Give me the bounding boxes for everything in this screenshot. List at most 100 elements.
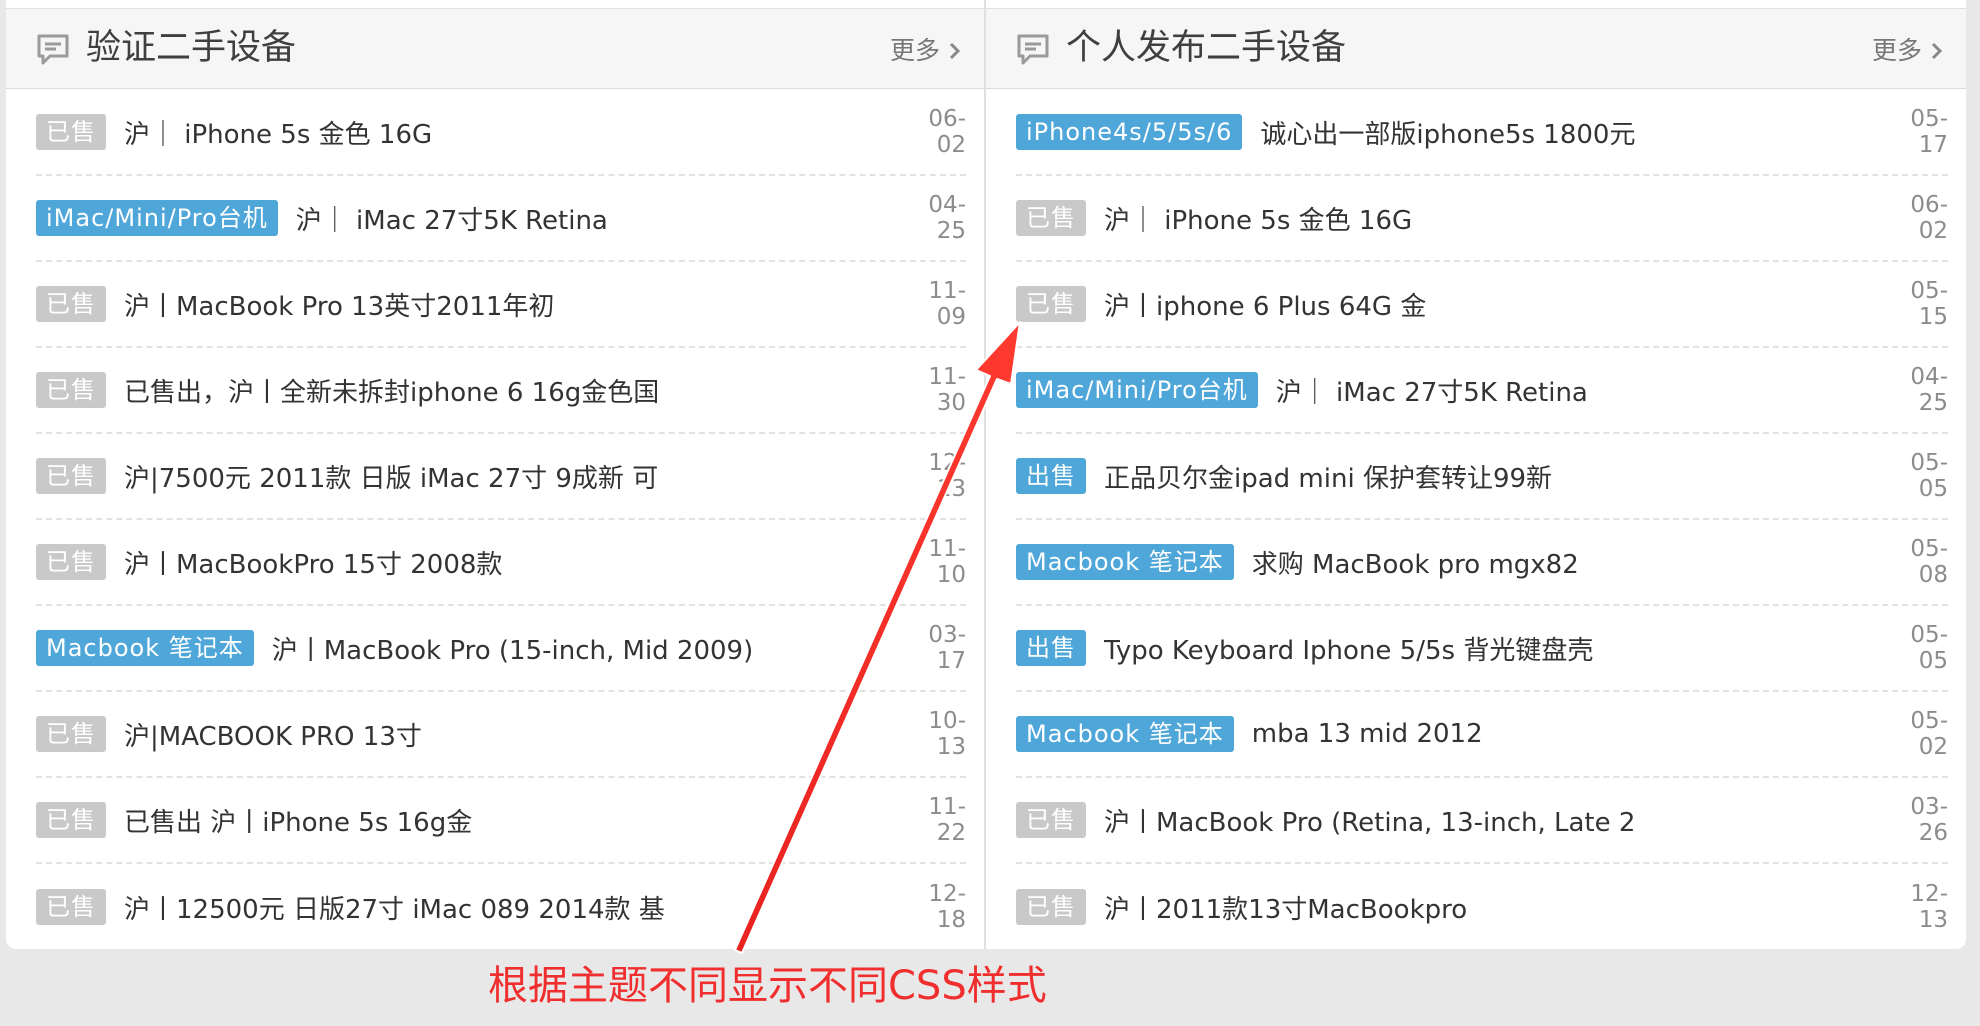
sold-badge: 已售 (36, 544, 106, 580)
list-item-content: 已售 已售出 沪丨iPhone 5s 16g金 11-22 (36, 778, 966, 862)
item-title-link[interactable]: 沪丨12500元 日版27寸 iMac 089 2014款 基 (124, 889, 886, 926)
item-title-link[interactable]: 诚心出一部版iphone5s 1800元 (1260, 114, 1868, 151)
list-item[interactable]: 已售 沪｜ iPhone 5s 金色 16G 06-02 (36, 90, 966, 176)
item-date: 06-02 (1910, 192, 1948, 244)
list-item[interactable]: 已售 沪|7500元 2011款 日版 iMac 27寸 9成新 可 12-13 (36, 434, 966, 520)
list-item[interactable]: Macbook 笔记本 求购 MacBook pro mgx82 05-08 (1016, 520, 1948, 606)
list-item[interactable]: 已售 沪丨MacBook Pro 13英寸2011年初 11-09 (36, 262, 966, 348)
item-title-link[interactable]: 沪｜ iMac 27寸5K Retina (296, 200, 886, 237)
category-tag[interactable]: 出售 (1016, 458, 1086, 494)
more-label: 更多 (1871, 36, 1922, 65)
more-link[interactable]: 更多 (890, 35, 962, 67)
list-item-content: 已售 沪|MACBOOK PRO 13寸 10-13 (36, 692, 966, 776)
list-item[interactable]: 已售 沪丨iphone 6 Plus 64G 金 05-15 (1016, 262, 1948, 348)
item-date: 06-02 (928, 106, 966, 158)
list-item[interactable]: 出售 Typo Keyboard Iphone 5/5s 背光键盘壳 05-05 (1016, 606, 1948, 692)
list-item[interactable]: 已售 沪丨12500元 日版27寸 iMac 089 2014款 基 12-18 (36, 864, 966, 950)
category-tag[interactable]: Macbook 笔记本 (1016, 716, 1234, 752)
panel-header: 个人发布二手设备 更多 (986, 9, 1966, 89)
item-title-link[interactable]: 沪｜ iPhone 5s 金色 16G (1104, 200, 1868, 237)
list-item[interactable]: 已售 已售出 沪丨iPhone 5s 16g金 11-22 (36, 778, 966, 864)
category-tag[interactable]: iPhone4s/5/5s/6 (1016, 114, 1243, 150)
item-title-link[interactable]: Typo Keyboard Iphone 5/5s 背光键盘壳 (1104, 630, 1868, 667)
category-tag[interactable]: Macbook 笔记本 (1016, 544, 1234, 580)
item-title-link[interactable]: 沪丨iphone 6 Plus 64G 金 (1104, 286, 1868, 323)
list-item[interactable]: 已售 沪｜ iPhone 5s 金色 16G 06-02 (1016, 176, 1948, 262)
list-item[interactable]: Macbook 笔记本 沪丨MacBook Pro (15-inch, Mid 2… (36, 606, 966, 692)
list-item[interactable]: 出售 正品贝尔金ipad mini 保护套转让99新 05-05 (1016, 434, 1948, 520)
panel-title: 个人发布二手设备 (1066, 28, 1347, 68)
panel-header: 验证二手设备 更多 (6, 9, 984, 89)
list-item-content: 出售 Typo Keyboard Iphone 5/5s 背光键盘壳 05-05 (1016, 606, 1948, 690)
item-title-link[interactable]: 沪丨MacBook Pro (15-inch, Mid 2009) (272, 630, 886, 667)
list-item-content: 已售 沪丨MacBook Pro 13英寸2011年初 11-09 (36, 262, 966, 346)
list-item[interactable]: Macbook 笔记本 mba 13 mid 2012 05-02 (1016, 692, 1948, 778)
item-title-link[interactable]: 正品贝尔金ipad mini 保护套转让99新 (1104, 458, 1868, 495)
device-list: iPhone4s/5/5s/6 诚心出一部版iphone5s 1800元 05-17… (1016, 90, 1948, 950)
item-date: 05-05 (1910, 450, 1948, 502)
chevron-right-icon (949, 42, 961, 60)
device-list: 已售 沪｜ iPhone 5s 金色 16G 06-02 iMac/Mini/Pro台… (36, 90, 966, 950)
item-title-link[interactable]: 沪|7500元 2011款 日版 iMac 27寸 9成新 可 (124, 458, 886, 495)
sold-badge: 已售 (36, 458, 106, 494)
sold-badge: 已售 (36, 716, 106, 752)
sold-badge: 已售 (36, 114, 106, 150)
item-title-link[interactable]: 沪｜ iMac 27寸5K Retina (1276, 372, 1868, 409)
list-item[interactable]: iMac/Mini/Pro台机 沪｜ iMac 27寸5K Retina 04-25 (1016, 348, 1948, 434)
item-title-link[interactable]: 沪丨MacBookPro 15寸 2008款 (124, 544, 886, 581)
item-date: 10-13 (928, 708, 966, 760)
list-item-content: 出售 正品贝尔金ipad mini 保护套转让99新 05-05 (1016, 434, 1948, 518)
list-item-content: 已售 沪丨MacBookPro 15寸 2008款 11-10 (36, 520, 966, 604)
personal-devices-panel: 个人发布二手设备 更多 iPhone4s/5/5s/6 诚心出一部版iphone5… (986, 0, 1966, 949)
list-item[interactable]: 已售 已售出，沪丨全新未拆封iphone 6 16g金色国 11-30 (36, 348, 966, 434)
item-date: 12-13 (1910, 881, 1948, 933)
list-item-content: 已售 沪丨2011款13寸MacBookpro 12-13 (1016, 864, 1948, 950)
list-item-content: iMac/Mini/Pro台机 沪｜ iMac 27寸5K Retina 04-25 (36, 176, 966, 260)
list-item-content: 已售 沪｜ iPhone 5s 金色 16G 06-02 (36, 90, 966, 174)
chevron-right-icon (1931, 42, 1943, 60)
item-title-link[interactable]: 沪｜ iPhone 5s 金色 16G (124, 114, 886, 151)
list-item[interactable]: 已售 沪丨MacBookPro 15寸 2008款 11-10 (36, 520, 966, 606)
item-title-link[interactable]: 已售出 沪丨iPhone 5s 16g金 (124, 802, 886, 839)
list-item[interactable]: 已售 沪|MACBOOK PRO 13寸 10-13 (36, 692, 966, 778)
item-title-link[interactable]: 沪丨2011款13寸MacBookpro (1104, 889, 1868, 926)
item-date: 03-26 (1910, 794, 1948, 846)
list-item-content: Macbook 笔记本 求购 MacBook pro mgx82 05-08 (1016, 520, 1948, 604)
sold-badge: 已售 (1016, 889, 1086, 925)
list-item-content: Macbook 笔记本 mba 13 mid 2012 05-02 (1016, 692, 1948, 776)
item-title-link[interactable]: 沪|MACBOOK PRO 13寸 (124, 716, 886, 753)
item-date: 11-30 (928, 364, 966, 416)
item-date: 12-13 (928, 450, 966, 502)
item-date: 03-17 (928, 622, 966, 674)
item-date: 11-10 (928, 536, 966, 588)
sold-badge: 已售 (36, 889, 106, 925)
list-item-content: 已售 沪｜ iPhone 5s 金色 16G 06-02 (1016, 176, 1948, 260)
item-date: 04-25 (1910, 364, 1948, 416)
item-date: 05-17 (1910, 106, 1948, 158)
list-item[interactable]: iPhone4s/5/5s/6 诚心出一部版iphone5s 1800元 05-17 (1016, 90, 1948, 176)
item-date: 04-25 (928, 192, 966, 244)
list-item[interactable]: 已售 沪丨2011款13寸MacBookpro 12-13 (1016, 864, 1948, 950)
item-title-link[interactable]: 沪丨MacBook Pro 13英寸2011年初 (124, 286, 886, 323)
category-tag[interactable]: iMac/Mini/Pro台机 (36, 200, 278, 236)
category-tag[interactable]: 出售 (1016, 630, 1086, 666)
item-title-link[interactable]: 已售出，沪丨全新未拆封iphone 6 16g金色国 (124, 372, 886, 409)
category-tag[interactable]: iMac/Mini/Pro台机 (1016, 372, 1258, 408)
list-item-content: iMac/Mini/Pro台机 沪｜ iMac 27寸5K Retina 04-25 (1016, 348, 1948, 432)
item-date: 12-18 (928, 881, 966, 933)
item-date: 05-15 (1910, 278, 1948, 330)
sold-badge: 已售 (1016, 200, 1086, 236)
list-item[interactable]: 已售 沪丨MacBook Pro (Retina, 13-inch, Late 2… (1016, 778, 1948, 864)
item-date: 05-02 (1910, 708, 1948, 760)
item-title-link[interactable]: 沪丨MacBook Pro (Retina, 13-inch, Late 2 (1104, 802, 1868, 839)
list-item-content: Macbook 笔记本 沪丨MacBook Pro (15-inch, Mid 2… (36, 606, 966, 690)
more-label: 更多 (889, 36, 940, 65)
item-title-link[interactable]: 求购 MacBook pro mgx82 (1252, 544, 1868, 581)
sold-badge: 已售 (1016, 286, 1086, 322)
list-item-content: 已售 沪|7500元 2011款 日版 iMac 27寸 9成新 可 12-13 (36, 434, 966, 518)
item-title-link[interactable]: mba 13 mid 2012 (1252, 719, 1868, 749)
category-tag[interactable]: Macbook 笔记本 (36, 630, 254, 666)
list-item[interactable]: iMac/Mini/Pro台机 沪｜ iMac 27寸5K Retina 04-25 (36, 176, 966, 262)
more-link[interactable]: 更多 (1872, 35, 1944, 67)
list-item-content: 已售 沪丨12500元 日版27寸 iMac 089 2014款 基 12-18 (36, 864, 966, 950)
